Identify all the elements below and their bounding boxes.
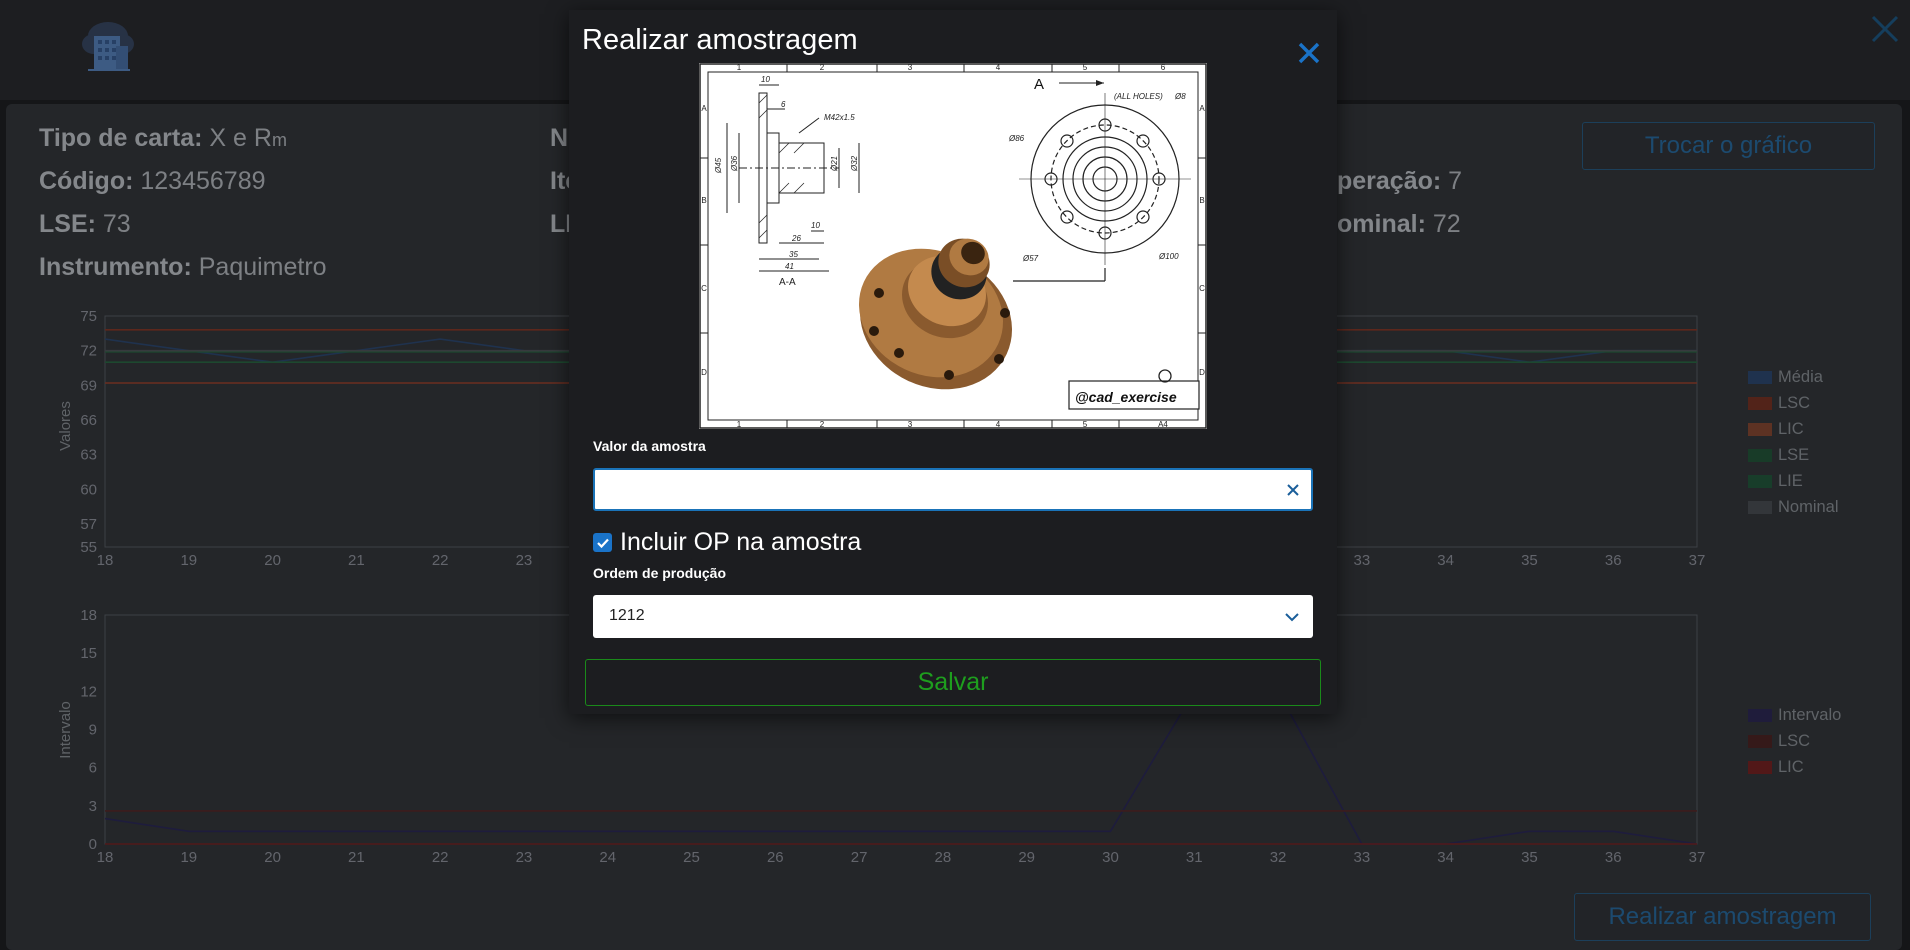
ordem-label: Ordem de produção [593,565,727,581]
svg-text:5: 5 [1083,420,1088,429]
svg-text:1: 1 [737,63,742,72]
svg-text:Ø8: Ø8 [1174,92,1186,101]
valor-amostra-field[interactable] [593,468,1313,511]
ordem-producao-select[interactable]: 1212 [593,595,1313,638]
svg-text:A4: A4 [1158,420,1168,429]
chevron-down-icon[interactable] [1283,608,1301,626]
svg-text:10: 10 [761,75,770,84]
svg-text:6: 6 [1161,63,1166,72]
svg-text:B: B [1199,196,1204,205]
svg-text:A: A [1034,76,1044,93]
svg-text:A: A [701,104,707,113]
svg-text:A: A [1199,104,1205,113]
svg-text:3: 3 [908,63,913,72]
svg-text:4: 4 [996,63,1001,72]
svg-text:@cad_exercise: @cad_exercise [1075,389,1177,405]
svg-text:C: C [701,284,707,293]
svg-text:M42x1.5: M42x1.5 [824,113,855,122]
svg-text:6: 6 [781,100,786,109]
ordem-producao-value: 1212 [609,607,645,624]
svg-text:41: 41 [785,262,794,271]
clear-icon[interactable] [1283,480,1303,500]
svg-text:D: D [1199,368,1205,377]
svg-text:Ø36: Ø36 [730,155,739,172]
incluir-op-label: Incluir OP na amostra [620,528,862,556]
svg-text:A-A: A-A [779,277,796,288]
incluir-op-row[interactable]: Incluir OP na amostra [593,528,861,557]
technical-drawing-image: 1 2 3 4 5 6 1 2 3 4 5 A4 A B C D A B C D 10 6 M42x1… [699,63,1207,429]
valor-label: Valor da amostra [593,438,706,454]
svg-text:Ø21: Ø21 [830,156,839,172]
svg-text:Ø32: Ø32 [850,155,859,172]
svg-text:26: 26 [791,234,801,243]
svg-text:4: 4 [996,420,1001,429]
modal-title: Realizar amostragem [582,24,858,56]
svg-text:Ø45: Ø45 [714,157,723,174]
svg-text:Ø57: Ø57 [1022,254,1039,263]
close-icon[interactable] [1294,38,1324,68]
svg-text:D: D [701,368,707,377]
svg-text:C: C [1199,284,1205,293]
checkmark-icon [596,538,609,548]
salvar-button[interactable]: Salvar [585,659,1321,706]
svg-text:35: 35 [789,250,798,259]
svg-text:2: 2 [820,420,825,429]
svg-text:Ø100: Ø100 [1158,252,1179,261]
realizar-amostragem-modal: Realizar amostragem 1 2 3 4 5 6 1 2 3 4 5 A4 A B C D … [569,10,1337,714]
svg-text:10: 10 [811,221,820,230]
incluir-op-checkbox[interactable] [593,533,612,552]
svg-text:Ø86: Ø86 [1008,134,1025,143]
valor-amostra-input[interactable] [607,477,1267,503]
svg-text:B: B [701,196,706,205]
svg-text:(ALL HOLES): (ALL HOLES) [1114,92,1163,101]
svg-text:2: 2 [820,63,825,72]
svg-text:5: 5 [1083,63,1088,72]
svg-text:3: 3 [908,420,913,429]
svg-text:1: 1 [737,420,742,429]
